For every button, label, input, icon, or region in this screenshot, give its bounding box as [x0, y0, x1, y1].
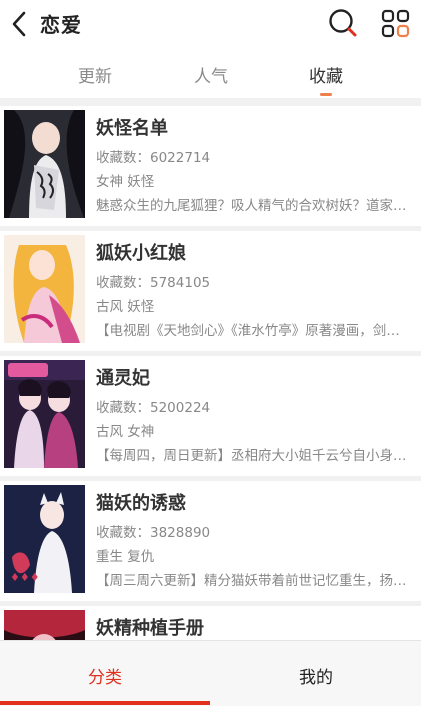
- tab-favorites[interactable]: 收藏: [286, 62, 366, 87]
- sort-tabs: 更新 人气 收藏: [0, 52, 421, 98]
- chevron-left-icon: [12, 11, 26, 37]
- search-icon: [329, 9, 357, 37]
- search-button[interactable]: [326, 6, 360, 40]
- comic-info: 妖怪名单 收藏数：6022714 女神 妖怪 魅惑众生的九尾狐狸？吸人精气的合欢…: [96, 116, 414, 216]
- comic-tags: 重生 复仇: [96, 549, 155, 565]
- top-bar: 恋爱: [0, 0, 421, 48]
- category-grid-button[interactable]: [380, 8, 412, 40]
- comic-list: 妖怪名单 收藏数：6022714 女神 妖怪 魅惑众生的九尾狐狸？吸人精气的合欢…: [0, 106, 421, 640]
- comic-cover: [4, 610, 85, 640]
- comic-cover: [4, 360, 85, 468]
- comic-cover: ♦♦♦: [4, 485, 85, 593]
- tab-update[interactable]: 更新: [55, 62, 135, 87]
- page-title: 恋爱: [40, 13, 82, 37]
- divider: [0, 98, 421, 106]
- comic-item[interactable]: 通灵妃 收藏数：5200224 古风 女神 【每周四，周日更新】丞相府大小姐千云…: [0, 356, 421, 476]
- comic-favorites-count: 收藏数：5200224: [96, 400, 211, 416]
- tab-active-indicator: [320, 93, 332, 96]
- nav-active-underline: [0, 701, 210, 705]
- comic-favorites-count: 收藏数：5784105: [96, 275, 211, 291]
- grid-icon: [381, 9, 410, 38]
- comic-info: 猫妖的诱惑 收藏数：3828890 重生 复仇 【周三周六更新】精分猫妖带着前世…: [96, 491, 414, 591]
- comic-info: 狐妖小红娘 收藏数：5784105 古风 妖怪 【电视剧《天地剑心》《淮水竹亭》…: [96, 241, 414, 341]
- comic-description: 【每周四，周日更新】丞相府大小姐千云兮自小身…: [96, 448, 407, 464]
- nav-mine-label: 我的: [299, 668, 333, 688]
- nav-category[interactable]: 分类: [0, 641, 210, 706]
- comic-description: 【电视剧《天地剑心》《淮水竹亭》原著漫画，剑…: [96, 323, 400, 339]
- comic-description: 魅惑众生的九尾狐狸？吸人精气的合欢树妖？道家…: [96, 198, 407, 214]
- comic-info: 妖精种植手册: [96, 616, 414, 640]
- nav-category-label: 分类: [88, 668, 122, 688]
- comic-info: 通灵妃 收藏数：5200224 古风 女神 【每周四，周日更新】丞相府大小姐千云…: [96, 366, 414, 466]
- comic-tags: 女神 妖怪: [96, 174, 155, 190]
- comic-title: 狐妖小红娘: [96, 243, 186, 264]
- comic-item[interactable]: 狐妖小红娘 收藏数：5784105 古风 妖怪 【电视剧《天地剑心》《淮水竹亭》…: [0, 231, 421, 351]
- comic-item[interactable]: ♦♦♦ 猫妖的诱惑 收藏数：3828890 重生 复仇 【周三周六更新】精分猫妖…: [0, 481, 421, 601]
- comic-title: 猫妖的诱惑: [96, 493, 186, 514]
- tab-popularity[interactable]: 人气: [171, 62, 251, 87]
- comic-title: 妖怪名单: [96, 118, 168, 139]
- back-button[interactable]: [6, 8, 34, 40]
- comic-tags: 古风 女神: [96, 424, 155, 440]
- comic-description: 【周三周六更新】精分猫妖带着前世记忆重生，扬…: [96, 573, 407, 589]
- comic-title: 通灵妃: [96, 368, 150, 389]
- bottom-navigation: 分类 我的: [0, 640, 421, 706]
- comic-title: 妖精种植手册: [96, 618, 204, 639]
- svg-text:♦♦♦: ♦♦♦: [10, 571, 40, 584]
- comic-tags: 古风 妖怪: [96, 299, 155, 315]
- comic-favorites-count: 收藏数：6022714: [96, 150, 211, 166]
- comic-favorites-count: 收藏数：3828890: [96, 525, 211, 541]
- comic-cover: [4, 110, 85, 218]
- nav-mine[interactable]: 我的: [211, 641, 421, 706]
- comic-cover: [4, 235, 85, 343]
- comic-item[interactable]: 妖怪名单 收藏数：6022714 女神 妖怪 魅惑众生的九尾狐狸？吸人精气的合欢…: [0, 106, 421, 226]
- comic-item[interactable]: 妖精种植手册: [0, 606, 421, 640]
